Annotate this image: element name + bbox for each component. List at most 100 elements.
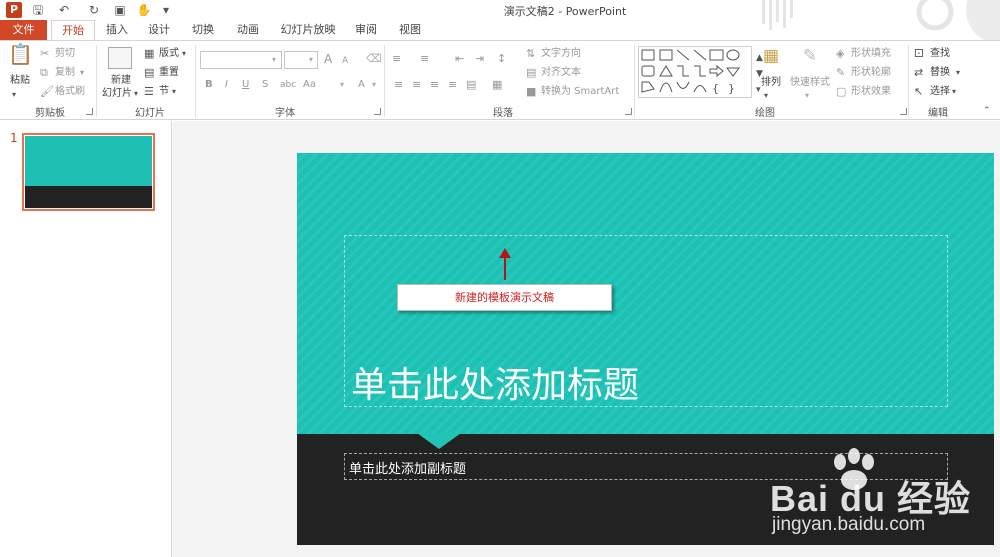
convert-smartart-button[interactable]: 转换为 SmartArt — [541, 85, 619, 99]
reset-icon: ▤ — [144, 66, 155, 79]
tab-home[interactable]: 开始 — [51, 20, 95, 41]
layout-icon: ▦ — [144, 47, 155, 60]
cut-button[interactable]: 剪切 — [55, 47, 75, 61]
chevron-down-icon[interactable]: ▾ — [309, 53, 313, 67]
chevron-down-icon[interactable]: ▾ — [952, 85, 956, 99]
font-launcher-icon[interactable] — [374, 108, 381, 115]
chevron-down-icon[interactable]: ▾ — [805, 89, 809, 103]
chevron-down-icon[interactable]: ▾ — [182, 47, 186, 61]
increase-indent-icon[interactable]: ⇥ — [475, 52, 484, 66]
chevron-down-icon[interactable]: ▾ — [764, 89, 768, 103]
character-spacing-button[interactable]: abc — [280, 78, 296, 92]
select-cursor-icon: ↖ — [914, 85, 924, 98]
tab-design[interactable]: 设计 — [141, 20, 177, 41]
svg-text:}: } — [728, 82, 735, 95]
chevron-down-icon[interactable]: ▾ — [272, 53, 276, 67]
chevron-down-icon[interactable]: ▾ — [372, 78, 376, 92]
align-text-icon: ▤ — [526, 66, 537, 79]
align-center-icon[interactable]: ≡ — [412, 78, 421, 92]
copy-button[interactable]: 复制 — [55, 66, 75, 80]
layout-button[interactable]: 版式 — [159, 47, 179, 61]
new-slide-label-2[interactable]: 幻灯片 — [102, 87, 132, 101]
format-painter-button[interactable]: 格式刷 — [55, 85, 85, 99]
chevron-down-icon[interactable]: ▾ — [340, 78, 344, 92]
tab-view[interactable]: 视图 — [392, 20, 428, 41]
group-label-font: 字体 — [275, 108, 295, 119]
title-placeholder-text: 单击此处添加标题 — [351, 365, 640, 406]
group-label-slides: 幻灯片 — [135, 108, 165, 119]
tab-slideshow[interactable]: 幻灯片放映 — [275, 20, 341, 41]
align-right-icon[interactable]: ≡ — [430, 78, 439, 92]
section-button[interactable]: 节 — [159, 85, 169, 99]
bold-button[interactable]: B — [205, 78, 213, 92]
clear-formatting-icon[interactable]: ⌫ — [366, 52, 382, 66]
chevron-down-icon[interactable]: ▾ — [12, 88, 16, 102]
annotation-arrow-icon — [499, 248, 511, 280]
reset-button[interactable]: 重置 — [159, 66, 179, 80]
new-slide-icon[interactable] — [108, 47, 132, 69]
find-button[interactable]: 查找 — [930, 47, 950, 61]
text-direction-button[interactable]: 文字方向 — [541, 47, 581, 61]
collapse-ribbon-icon[interactable]: ⌃ — [983, 104, 991, 118]
line-spacing-icon[interactable]: ↕ — [497, 52, 506, 66]
grow-font-button[interactable]: A — [324, 52, 332, 66]
tab-insert[interactable]: 插入 — [99, 20, 135, 41]
title-bar: P 🖫 ↶ ↻ ▣ ✋ ▾ 演示文稿2 - PowerPoint — [0, 0, 1000, 40]
numbering-icon[interactable]: ≡ — [420, 52, 429, 66]
tab-animations[interactable]: 动画 — [230, 20, 266, 41]
font-color-button[interactable]: A — [358, 78, 365, 92]
change-case-button[interactable]: Aa — [303, 78, 316, 92]
more-shapes-icon[interactable]: ▾ — [756, 83, 761, 97]
paste-icon[interactable]: 📋 — [8, 44, 33, 71]
tab-transitions[interactable]: 切换 — [185, 20, 221, 41]
slide-thumbnail[interactable] — [22, 133, 155, 211]
chevron-down-icon[interactable]: ▾ — [956, 66, 960, 80]
chevron-down-icon[interactable]: ▾ — [172, 85, 176, 99]
strikethrough-button[interactable]: S — [262, 78, 268, 92]
group-separator — [195, 45, 196, 117]
shrink-font-button[interactable]: A — [342, 54, 348, 68]
tab-file[interactable]: 文件 — [0, 20, 47, 41]
bullets-icon[interactable]: ≡ — [392, 52, 401, 66]
smartart-icon: ■ — [526, 85, 537, 98]
group-separator — [908, 45, 909, 117]
group-separator — [634, 45, 635, 117]
new-slide-label-1[interactable]: 新建 — [111, 74, 131, 88]
underline-button[interactable]: U — [242, 78, 249, 92]
paste-button[interactable]: 粘贴 — [10, 74, 30, 88]
distributed-icon[interactable]: ▤ — [466, 78, 476, 92]
paragraph-launcher-icon[interactable] — [625, 108, 632, 115]
chevron-down-icon[interactable]: ▾ — [134, 87, 138, 101]
italic-button[interactable]: I — [225, 78, 228, 92]
shape-fill-button[interactable]: 形状填充 — [851, 47, 891, 61]
align-text-button[interactable]: 对齐文本 — [541, 66, 581, 80]
shape-outline-icon: ✎ — [836, 66, 846, 79]
arrange-button[interactable]: 排列 — [761, 76, 781, 90]
ribbon: 📋 粘贴 ▾ ✂ 剪切 ⧉ 复制 ▾ 🖌 格式刷 剪贴板 新建 幻灯片 ▾ ▦ … — [0, 40, 1000, 120]
decrease-indent-icon[interactable]: ⇤ — [455, 52, 464, 66]
arrange-icon[interactable]: ▦ — [760, 48, 782, 71]
binoculars-icon: ⚀ — [914, 47, 924, 60]
shape-fill-icon: ◈ — [836, 47, 845, 60]
title-placeholder[interactable]: 单击此处添加标题 — [344, 235, 948, 407]
chevron-down-icon[interactable]: ▾ — [80, 66, 84, 80]
shape-effects-button[interactable]: 形状效果 — [851, 85, 891, 99]
quick-styles-button[interactable]: 快速样式 — [790, 76, 830, 90]
justify-icon[interactable]: ≡ — [448, 78, 457, 92]
shape-outline-button[interactable]: 形状轮廓 — [851, 66, 891, 80]
font-name-combo[interactable] — [200, 51, 282, 69]
columns-icon[interactable]: ▦ — [492, 78, 502, 92]
quick-styles-icon[interactable]: ✎ — [798, 48, 822, 71]
clipboard-launcher-icon[interactable] — [86, 108, 93, 115]
group-label-drawing: 绘图 — [755, 108, 775, 119]
group-separator — [96, 45, 97, 117]
drawing-launcher-icon[interactable] — [900, 108, 907, 115]
shapes-gallery-icons: {} — [641, 49, 740, 95]
align-left-icon[interactable]: ≡ — [394, 78, 403, 92]
replace-button[interactable]: 替换 — [930, 66, 950, 80]
shapes-gallery[interactable]: {} — [638, 46, 752, 98]
tab-review[interactable]: 审阅 — [348, 20, 384, 41]
text-direction-icon: ⇅ — [526, 47, 536, 60]
select-button[interactable]: 选择 — [930, 85, 950, 99]
scissors-icon: ✂ — [40, 47, 50, 60]
